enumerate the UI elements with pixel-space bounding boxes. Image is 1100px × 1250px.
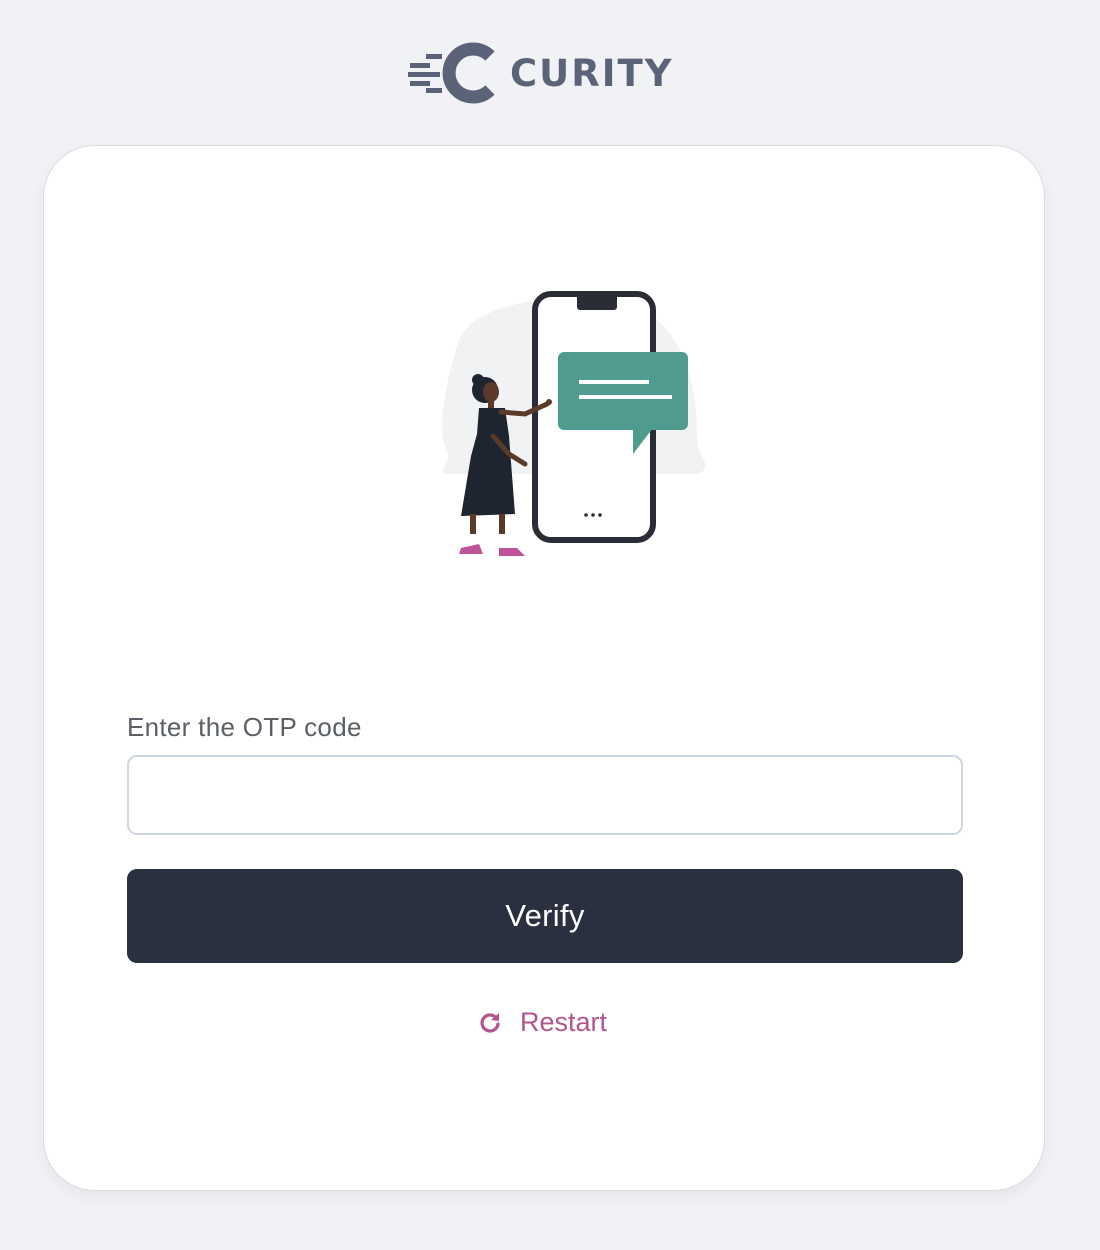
brand-logo: CURITY [408, 42, 674, 104]
curity-logo-icon [408, 42, 495, 104]
phone-message-illustration [442, 291, 706, 556]
otp-field-label: Enter the OTP code [127, 712, 362, 742]
otp-code-input[interactable] [127, 755, 963, 835]
verify-button[interactable]: Verify [127, 869, 963, 963]
restart-link[interactable]: Restart [478, 1004, 607, 1040]
brand-name: CURITY [510, 51, 674, 95]
otp-card: Enter the OTP code Verify Restart [43, 145, 1045, 1191]
restart-label: Restart [520, 1006, 608, 1037]
refresh-icon [480, 1013, 500, 1033]
